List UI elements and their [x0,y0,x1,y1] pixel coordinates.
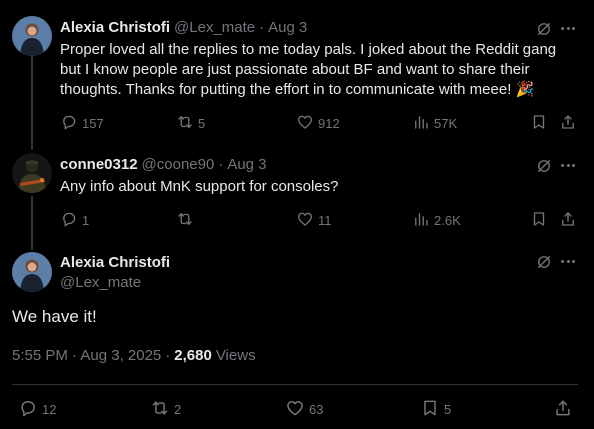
author-handle[interactable]: @coone90 [142,156,215,173]
thread-line [31,56,33,150]
share-button[interactable] [553,398,573,421]
more-icon[interactable] [561,260,575,263]
views-count: 2.6K [434,213,461,228]
repost-button[interactable] [176,210,198,231]
views-button[interactable]: 57K [412,113,457,134]
bookmark-button[interactable]: 5 [420,398,451,421]
like-button[interactable]: 912 [296,113,340,134]
views-count: 57K [434,116,458,131]
post-text: Any info about MnK support for consoles? [60,178,339,195]
like-icon [296,113,314,134]
author-name[interactable]: Alexia Christofi [60,19,170,36]
bookmark-icon[interactable] [530,113,548,136]
more-icon[interactable] [561,27,575,30]
repost-icon [176,210,194,231]
reply-count: 1 [82,213,90,228]
share-icon[interactable] [559,210,577,233]
views-button[interactable]: 2.6K [412,210,461,231]
repost-icon [150,398,170,421]
like-count: 63 [309,402,324,417]
separator-dot: · [218,156,224,173]
reply-count: 157 [82,116,104,131]
post-date[interactable]: Aug 3 [268,19,307,36]
like-icon [285,398,305,421]
repost-button[interactable]: 2 [150,398,181,421]
repost-count: 2 [174,402,182,417]
author-handle[interactable]: @Lex_mate [60,274,141,291]
reply-count: 12 [42,402,57,417]
avatar[interactable] [12,153,52,193]
post-date[interactable]: Aug 3 [227,156,266,173]
repost-icon [176,113,194,134]
views-count: 2,680 [174,347,212,364]
reply-button[interactable]: 12 [18,398,56,421]
avatar[interactable] [12,16,52,56]
bookmark-icon[interactable] [530,210,548,233]
separator-dot: · [165,347,171,364]
author-handle[interactable]: @Lex_mate [174,19,255,36]
share-icon [553,398,573,421]
bookmark-icon [420,398,440,421]
like-button[interactable]: 63 [285,398,323,421]
views-label: Views [215,347,256,364]
share-icon[interactable] [559,113,577,136]
divider [12,384,578,385]
like-count: 912 [318,116,340,131]
reply-icon [60,210,78,231]
views-icon [412,113,430,134]
reply-icon [18,398,38,421]
like-icon [296,210,314,231]
grok-icon[interactable] [535,253,553,276]
repost-count: 5 [198,116,206,131]
thread-line [31,196,33,250]
repost-button[interactable]: 5 [176,113,205,134]
like-count: 11 [318,213,332,228]
views-icon [412,210,430,231]
reply-icon [60,113,78,134]
like-button[interactable]: 11 [296,210,332,231]
post-text: Proper loved all the replies to me today… [60,41,557,98]
separator-dot: · [259,19,265,36]
avatar[interactable] [12,252,52,292]
author-name[interactable]: Alexia Christofi [60,254,170,271]
reply-button[interactable]: 1 [60,210,89,231]
author-name[interactable]: conne0312 [60,156,138,173]
post-timestamp[interactable]: 5:55 PM · Aug 3, 2025 [12,347,161,364]
bookmark-count: 5 [444,402,452,417]
main-post-text: We have it! [12,307,97,326]
reply-button[interactable]: 157 [60,113,104,134]
more-icon[interactable] [561,164,575,167]
